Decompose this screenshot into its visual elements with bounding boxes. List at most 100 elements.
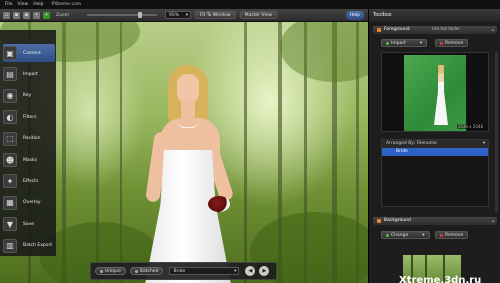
- side-item-key[interactable]: ◉ Key: [3, 87, 55, 105]
- chevron-down-icon: ▾: [482, 141, 485, 146]
- next-button[interactable]: ▶: [259, 266, 270, 276]
- foliage: [280, 22, 368, 82]
- side-item-label: Batch Export: [23, 243, 53, 249]
- side-item-label: Camera: [23, 50, 41, 56]
- import-icon: ▤: [3, 67, 17, 82]
- side-item-label: Overlay: [23, 200, 41, 206]
- filters-icon: ◐: [3, 110, 17, 125]
- previous-button[interactable]: ◀: [245, 266, 256, 276]
- import-label: Import: [391, 40, 406, 46]
- side-item-save[interactable]: ▼ Save: [3, 215, 55, 233]
- bride-figure: [434, 65, 448, 125]
- batch-export-icon: ▥: [3, 238, 17, 253]
- arranged-by-label: Arranged By: Filename: [386, 141, 437, 146]
- app-window: File View Help PXbeme.com ▫ ▪ ▪ • + Zoom…: [0, 0, 500, 283]
- background-title: Background: [384, 218, 411, 223]
- tree-trunk: [244, 22, 247, 283]
- chevron-down-icon: ▾: [185, 13, 188, 18]
- background-remove-button[interactable]: Remove: [435, 231, 469, 239]
- remove-button[interactable]: Remove: [435, 39, 469, 47]
- watermark: Xtreme.3dn.ru: [399, 275, 482, 283]
- side-item-batch-export[interactable]: ▥ Batch Export: [3, 237, 55, 255]
- batched-button[interactable]: Batched: [129, 267, 164, 275]
- remove-icon: [440, 41, 443, 45]
- bottom-bar: Unique Batched Bride ▾ ◀ ▶: [90, 262, 277, 280]
- new-icon[interactable]: ▫: [3, 11, 10, 19]
- collapse-icon[interactable]: ▴: [492, 26, 494, 34]
- menu-bar: File View Help PXbeme.com: [0, 0, 500, 9]
- add-icon[interactable]: +: [43, 11, 50, 19]
- effects-icon: ✦: [3, 174, 17, 189]
- chevron-down-icon: ▾: [234, 269, 237, 274]
- change-button[interactable]: Change ▾: [381, 231, 430, 239]
- open-icon[interactable]: ▪: [13, 11, 20, 19]
- remove-label: Remove: [445, 40, 464, 46]
- foreground-icon: [377, 28, 381, 32]
- side-item-masks[interactable]: ☻ Masks: [3, 151, 55, 169]
- radio-icon: [100, 269, 103, 273]
- hot-folder-toggle[interactable]: Use hot folder: [432, 26, 460, 31]
- side-item-camera[interactable]: ▣ Camera: [3, 44, 55, 62]
- unique-button[interactable]: Unique: [95, 267, 126, 275]
- background-remove-label: Remove: [445, 232, 464, 238]
- image-select-value: Bride: [173, 269, 186, 274]
- position-icon: ⬚: [3, 131, 17, 146]
- import-button[interactable]: Import ▾: [381, 39, 428, 47]
- chevron-down-icon: ▾: [419, 40, 423, 46]
- foreground-thumbnail[interactable]: [404, 55, 466, 131]
- camera-icon: ▣: [3, 46, 17, 60]
- foreground-list: Arranged By: Filename ▾ Bride: [381, 139, 489, 207]
- toolbox-panel: Toolbox Foreground ▴ Use hot folder Impo…: [368, 9, 500, 283]
- zoom-level-value: 95%: [168, 13, 179, 18]
- add-icon: [386, 41, 389, 45]
- list-item[interactable]: Bride: [382, 148, 488, 156]
- collapse-icon[interactable]: ▴: [492, 217, 494, 225]
- foreground-preview: 1536 x 2048: [381, 52, 489, 132]
- key-icon: ◉: [3, 88, 17, 103]
- menu-help[interactable]: Help: [33, 2, 43, 7]
- bouquet: [208, 196, 230, 212]
- unique-label: Unique: [105, 268, 121, 274]
- side-item-label: Save: [23, 221, 35, 227]
- toolbox-scrollbar[interactable]: [495, 52, 498, 212]
- radio-icon: [134, 269, 138, 273]
- side-item-effects[interactable]: ✦ Effects: [3, 172, 55, 190]
- side-item-filters[interactable]: ◐ Filters: [3, 108, 55, 126]
- image-size-label: 1536 x 2048: [456, 124, 484, 129]
- menu-view[interactable]: View: [18, 2, 29, 7]
- site-label: PXbeme.com: [51, 2, 82, 7]
- foreground-title: Foreground: [384, 27, 410, 32]
- fit-to-window-button[interactable]: Fit To Window: [194, 11, 236, 19]
- zoom-level-select[interactable]: 95% ▾: [164, 11, 191, 19]
- side-item-position[interactable]: ⬚ Position: [3, 130, 55, 148]
- background-section-header[interactable]: Background ▴: [373, 217, 497, 225]
- menu-file[interactable]: File: [5, 2, 13, 7]
- bride-necklace: [178, 122, 198, 128]
- list-header[interactable]: Arranged By: Filename ▾: [382, 140, 488, 148]
- side-item-import[interactable]: ▤ Import: [3, 65, 55, 83]
- zoom-label: Zoom: [56, 12, 69, 18]
- zoom-slider[interactable]: [86, 12, 157, 18]
- change-label: Change: [391, 232, 409, 238]
- batched-label: Batched: [139, 268, 159, 274]
- side-item-label: Import: [23, 71, 38, 77]
- toolbox-title: Toolbox: [369, 9, 500, 22]
- side-item-label: Key: [23, 93, 32, 99]
- help-button[interactable]: Help: [345, 11, 364, 20]
- settings-icon[interactable]: •: [33, 11, 40, 19]
- side-item-label: Masks: [23, 157, 37, 163]
- side-item-label: Effects: [23, 178, 39, 184]
- overlay-icon: ▦: [3, 195, 17, 210]
- image-select[interactable]: Bride ▾: [169, 267, 240, 275]
- side-panel: ▣ Camera ▤ Import ◉ Key ◐ Filters ⬚ Position ☻ Mask…: [0, 30, 56, 256]
- change-icon: [386, 233, 389, 237]
- chevron-down-icon: ▾: [422, 232, 425, 238]
- side-item-label: Position: [23, 136, 41, 142]
- toolbar: ▫ ▪ ▪ • + Zoom 95% ▾ Fit To Window Maste…: [0, 9, 368, 22]
- background-icon: [377, 219, 381, 223]
- zoom-slider-handle[interactable]: [138, 12, 143, 18]
- masks-icon: ☻: [3, 153, 17, 167]
- side-item-overlay[interactable]: ▦ Overlay: [3, 194, 55, 212]
- master-view-button[interactable]: Master View: [239, 11, 278, 19]
- save-file-icon[interactable]: ▪: [23, 11, 30, 19]
